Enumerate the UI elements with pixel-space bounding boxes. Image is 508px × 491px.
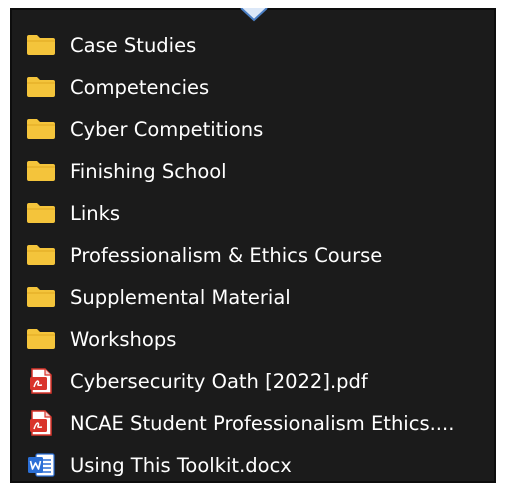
list-item-cybersecurity-oath-pdf[interactable]: Cybersecurity Oath [2022].pdf [26, 360, 486, 402]
list-item-label: Supplemental Material [70, 285, 291, 309]
list-item-finishing-school[interactable]: Finishing School [26, 150, 486, 192]
list-item-workshops[interactable]: Workshops [26, 318, 486, 360]
list-item-competencies[interactable]: Competencies [26, 66, 486, 108]
file-list-panel: Case Studies Competencies Cyber Competit… [10, 8, 496, 483]
file-list: Case Studies Competencies Cyber Competit… [26, 24, 486, 486]
word-file-icon [26, 452, 60, 478]
folder-icon [26, 158, 60, 184]
list-item-label: Finishing School [70, 159, 227, 183]
list-item-links[interactable]: Links [26, 192, 486, 234]
list-item-supplemental-material[interactable]: Supplemental Material [26, 276, 486, 318]
folder-icon [26, 242, 60, 268]
list-item-cyber-competitions[interactable]: Cyber Competitions [26, 108, 486, 150]
list-item-label: Case Studies [70, 33, 197, 57]
pdf-file-icon [26, 410, 60, 436]
list-item-professionalism-ethics-course[interactable]: Professionalism & Ethics Course [26, 234, 486, 276]
pointer-arrow-icon [240, 8, 268, 22]
list-item-label: NCAE Student Professionalism Ethics.... [70, 411, 455, 435]
list-item-label: Cybersecurity Oath [2022].pdf [70, 369, 368, 393]
list-item-using-this-toolkit-docx[interactable]: Using This Toolkit.docx [26, 444, 486, 486]
folder-icon [26, 74, 60, 100]
list-item-label: Cyber Competitions [70, 117, 264, 141]
list-item-label: Using This Toolkit.docx [70, 453, 292, 477]
list-item-label: Links [70, 201, 121, 225]
list-item-label: Professionalism & Ethics Course [70, 243, 383, 267]
list-item-ncae-student-professionalism-ethics[interactable]: NCAE Student Professionalism Ethics.... [26, 402, 486, 444]
list-item-label: Competencies [70, 75, 210, 99]
list-item-case-studies[interactable]: Case Studies [26, 24, 486, 66]
folder-icon [26, 284, 60, 310]
list-item-label: Workshops [70, 327, 177, 351]
folder-icon [26, 200, 60, 226]
folder-icon [26, 326, 60, 352]
pdf-file-icon [26, 368, 60, 394]
folder-icon [26, 32, 60, 58]
folder-icon [26, 116, 60, 142]
